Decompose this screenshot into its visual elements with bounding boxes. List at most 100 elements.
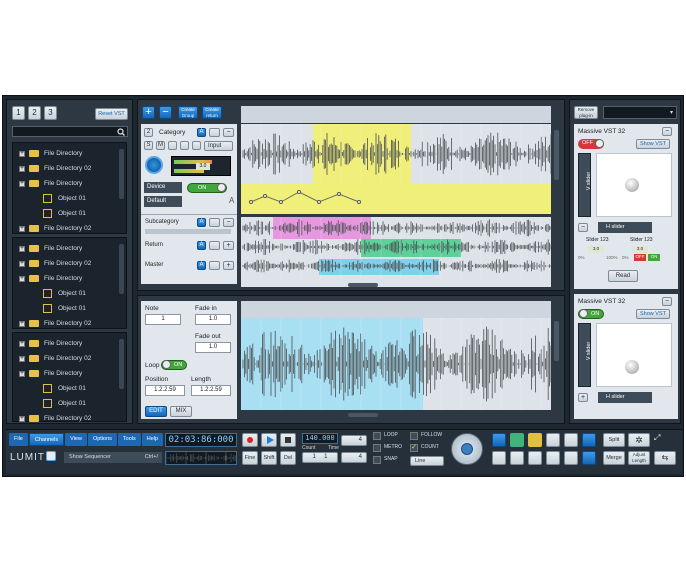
expand-button[interactable]: + bbox=[223, 241, 234, 250]
list-item[interactable]: + File Directory 02 bbox=[13, 256, 126, 271]
v-scrollbar[interactable] bbox=[554, 130, 559, 180]
track-name-category[interactable]: Category bbox=[159, 129, 185, 136]
split-button[interactable]: Split bbox=[603, 433, 625, 447]
show-vst-button[interactable]: Show VST bbox=[636, 309, 670, 319]
list-item[interactable]: + File Directory bbox=[13, 366, 126, 381]
collapse-button[interactable]: − bbox=[662, 127, 672, 136]
list-item[interactable]: + File Directory bbox=[13, 241, 126, 256]
record-button[interactable] bbox=[242, 433, 258, 447]
count-time-stepper[interactable]: 1 1 bbox=[302, 452, 338, 463]
expand-icon[interactable]: + bbox=[19, 180, 25, 187]
track-name-master[interactable]: Master bbox=[145, 262, 163, 268]
stop-button[interactable] bbox=[280, 433, 296, 447]
play-button[interactable] bbox=[261, 433, 277, 447]
editor-ruler[interactable] bbox=[241, 301, 551, 318]
grid-view-icon[interactable] bbox=[510, 451, 524, 465]
monitor-button[interactable] bbox=[168, 141, 177, 150]
remove-plugin-button[interactable]: Remove plug-in bbox=[574, 106, 598, 119]
adjust-length-button[interactable]: Adjust Length bbox=[628, 451, 650, 465]
loop-tool-icon[interactable] bbox=[582, 433, 596, 447]
vst-on-toggle[interactable]: ON bbox=[578, 309, 604, 319]
cut-tool-icon[interactable] bbox=[528, 433, 542, 447]
route-button[interactable] bbox=[209, 218, 220, 227]
tab-2[interactable]: 2 bbox=[28, 106, 41, 120]
track-name-return[interactable]: Return bbox=[145, 242, 163, 248]
metro-checkbox[interactable] bbox=[373, 444, 381, 452]
device-on-toggle[interactable]: ON bbox=[187, 183, 227, 193]
add-track-button[interactable]: + bbox=[142, 106, 155, 119]
list-item[interactable]: + File Directory bbox=[13, 271, 126, 286]
search-input[interactable] bbox=[12, 126, 128, 137]
fade-out-stepper[interactable]: 1.0 bbox=[195, 342, 231, 353]
list-item[interactable]: + File Directory bbox=[13, 336, 126, 351]
route-button[interactable] bbox=[209, 241, 220, 250]
expand-icon[interactable]: + bbox=[19, 245, 25, 252]
expand-icon[interactable]: + bbox=[19, 260, 25, 267]
edit-tab[interactable]: EDIT bbox=[145, 406, 167, 417]
menu-item-view[interactable]: View bbox=[65, 433, 87, 446]
list-item[interactable]: + File Directory 02 bbox=[13, 316, 126, 331]
auto-button[interactable]: A bbox=[197, 128, 206, 137]
xy-pad[interactable] bbox=[596, 153, 672, 217]
list-item[interactable]: + File Directory bbox=[13, 146, 126, 161]
delete-button[interactable]: Del bbox=[280, 451, 296, 465]
lane-sub[interactable] bbox=[241, 217, 551, 287]
expand-icon[interactable]: + bbox=[19, 275, 25, 282]
speaker-button[interactable] bbox=[180, 141, 189, 150]
length-stepper[interactable]: 1.2.2.59 bbox=[191, 385, 231, 396]
loop-toggle[interactable]: ON bbox=[161, 360, 187, 370]
record-arm-button[interactable] bbox=[192, 141, 201, 150]
list-item[interactable]: Object 01 bbox=[13, 301, 126, 316]
list-item[interactable]: + File Directory 02 bbox=[13, 351, 126, 366]
menu-item-file[interactable]: File bbox=[9, 433, 28, 446]
editor-lane[interactable] bbox=[241, 318, 551, 410]
merge-button[interactable]: Merge bbox=[603, 451, 625, 465]
mute-tool-icon[interactable] bbox=[546, 433, 560, 447]
expand-icon[interactable]: + bbox=[19, 225, 25, 232]
editor-v-scrollbar[interactable] bbox=[554, 321, 559, 361]
search-icon[interactable] bbox=[117, 128, 125, 136]
loop-checkbox[interactable] bbox=[373, 432, 381, 440]
fine-button[interactable]: Fine bbox=[242, 451, 258, 465]
create-return-button[interactable]: Create return bbox=[202, 106, 222, 119]
show-vst-button[interactable]: Show VST bbox=[636, 139, 670, 149]
lane-main[interactable] bbox=[241, 124, 551, 214]
fade-in-stepper[interactable]: 1.0 bbox=[195, 314, 231, 325]
snap-mode-select[interactable]: Line bbox=[410, 456, 444, 466]
auto-button[interactable]: A bbox=[197, 241, 206, 250]
sync-icon[interactable] bbox=[582, 451, 596, 465]
plugin-select[interactable]: ▾ bbox=[603, 106, 677, 119]
list-item[interactable]: Object 01 bbox=[13, 191, 126, 206]
list-item[interactable]: + File Directory 02 bbox=[13, 221, 126, 236]
shift-button[interactable]: Shift bbox=[261, 451, 277, 465]
file-tree-2[interactable]: + File Directory + File Directory 02 + File D… bbox=[12, 237, 127, 329]
track-name-subcategory[interactable]: Subcategory bbox=[145, 219, 179, 225]
preset-select[interactable]: Default bbox=[144, 196, 182, 207]
tab-1[interactable]: 1 bbox=[12, 106, 25, 120]
read-button[interactable]: Read bbox=[608, 270, 638, 282]
settings-gear-icon[interactable]: ✲ bbox=[628, 433, 650, 447]
reset-vst-button[interactable]: Reset VST bbox=[95, 108, 128, 120]
slider-2-on[interactable]: ON bbox=[648, 254, 660, 261]
eq-icon[interactable] bbox=[564, 451, 578, 465]
slider-2-off[interactable]: OFF bbox=[634, 254, 646, 261]
route-button[interactable] bbox=[209, 128, 220, 137]
vst-off-toggle[interactable]: OFF bbox=[578, 139, 604, 149]
expand-icon[interactable]: + bbox=[19, 415, 25, 422]
piano-icon[interactable] bbox=[546, 451, 560, 465]
numerator-stepper[interactable]: 4 bbox=[341, 435, 367, 446]
denominator-stepper[interactable]: 4 bbox=[341, 452, 367, 463]
list-item[interactable]: + File Directory 02 bbox=[13, 411, 126, 426]
volume-knob[interactable] bbox=[145, 156, 163, 174]
collapse-button[interactable]: − bbox=[223, 218, 234, 227]
expand-icon[interactable]: + bbox=[19, 340, 25, 347]
auto-button[interactable]: A bbox=[197, 218, 206, 227]
sub-controls[interactable] bbox=[145, 229, 231, 234]
list-item[interactable]: + File Directory bbox=[13, 176, 126, 191]
solo-button[interactable]: S bbox=[144, 141, 153, 150]
menu-item-help[interactable]: Help bbox=[141, 433, 164, 446]
tab-3[interactable]: 3 bbox=[44, 106, 57, 120]
list-item[interactable]: + File Directory 02 bbox=[13, 161, 126, 176]
file-tree-3[interactable]: + File Directory + File Directory 02 + File D… bbox=[12, 332, 127, 422]
note-stepper[interactable]: 1 bbox=[145, 314, 181, 325]
